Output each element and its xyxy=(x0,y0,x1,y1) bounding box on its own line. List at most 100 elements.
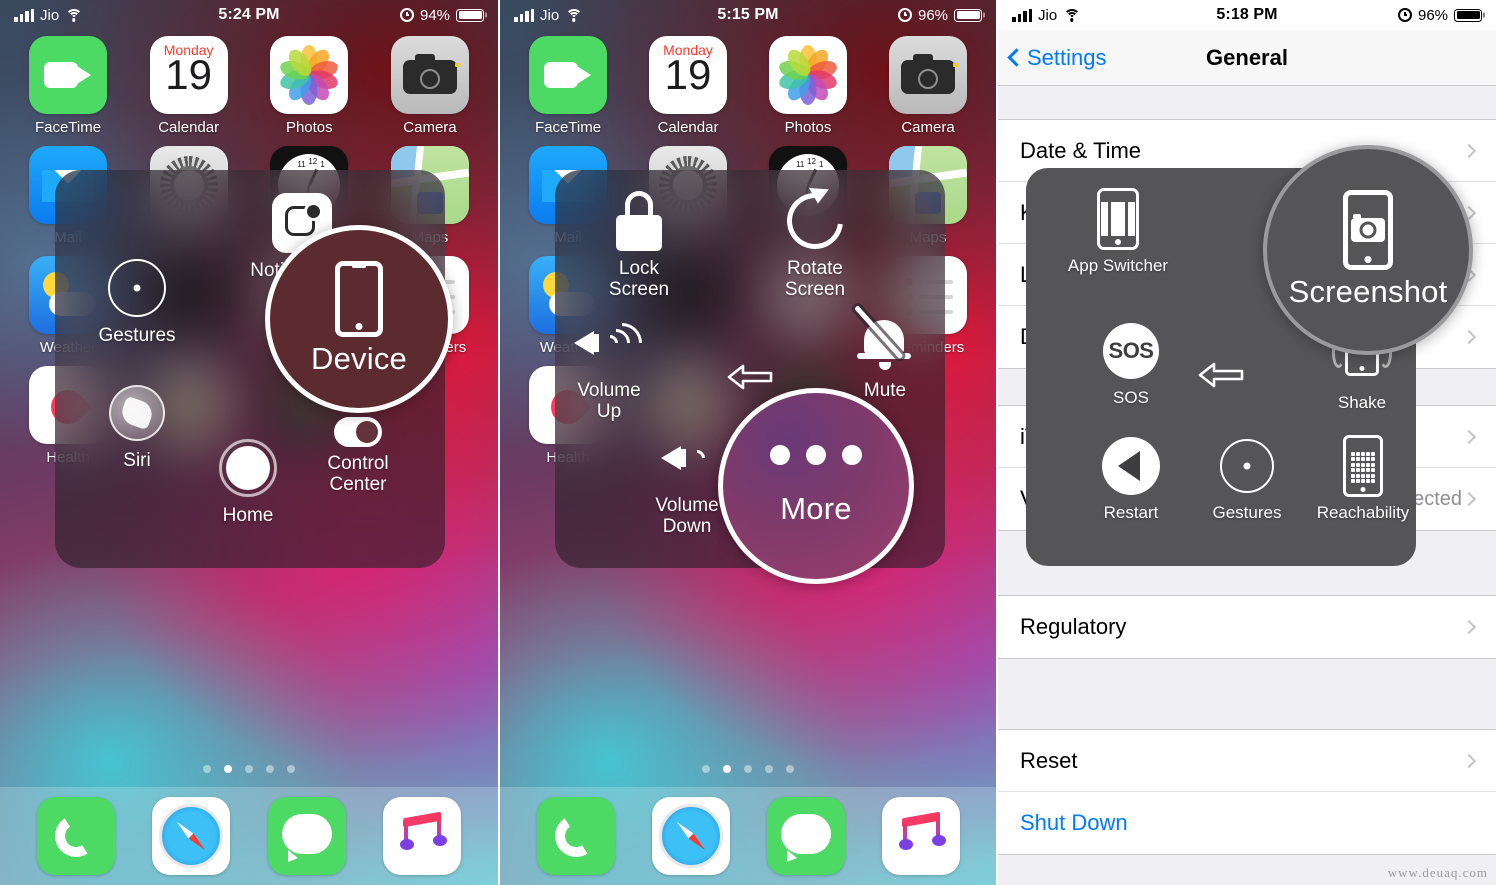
assistivetouch-lock-screen[interactable]: Lock Screen xyxy=(579,188,699,301)
watermark: www.deuaq.com xyxy=(1387,865,1488,880)
row-label: Shut Down xyxy=(1020,810,1128,835)
assistivetouch-reachability[interactable]: Reachability xyxy=(1303,433,1423,522)
app-label: Photos xyxy=(285,119,333,136)
more-dots-icon xyxy=(770,445,862,465)
app-label: Calendar xyxy=(657,119,719,136)
phone-icon[interactable] xyxy=(536,797,615,875)
calendar-date: 19 xyxy=(165,51,213,98)
keypad-dot xyxy=(1361,457,1365,462)
app-label: Photos xyxy=(784,119,832,136)
assistivetouch-siri[interactable]: Siri xyxy=(77,380,197,471)
battery-percent: 96% xyxy=(917,6,949,24)
magnifier-label: Device xyxy=(311,341,407,376)
restart-icon xyxy=(1102,437,1160,495)
page-dot[interactable] xyxy=(786,765,794,773)
item-label: Volume Up xyxy=(577,380,641,423)
keypad-dot xyxy=(1361,452,1365,456)
volume-up-icon xyxy=(574,314,651,372)
app-calendar[interactable]: Monday 19 Calendar xyxy=(137,36,241,136)
alarm-icon xyxy=(897,8,912,22)
app-photos[interactable]: Photos xyxy=(756,36,860,136)
battery-percent: 96% xyxy=(1417,6,1449,24)
page-dot[interactable] xyxy=(287,765,295,773)
keypad-dot xyxy=(1356,452,1360,456)
back-arrow-icon[interactable] xyxy=(727,362,773,392)
page-dot-active[interactable] xyxy=(224,765,232,773)
dock xyxy=(0,787,498,885)
settings-row-regulatory[interactable]: Regulatory xyxy=(998,596,1496,658)
back-arrow-icon[interactable] xyxy=(1198,360,1244,390)
alarm-icon xyxy=(399,8,414,22)
app-facetime[interactable]: FaceTime xyxy=(16,36,120,136)
messages-icon[interactable] xyxy=(267,797,346,875)
app-label: FaceTime xyxy=(34,119,102,136)
assistivetouch-home[interactable]: Home xyxy=(188,435,308,526)
siri-orb-icon xyxy=(109,385,165,441)
item-label: SOS xyxy=(1113,388,1149,407)
status-bar: Jio 5:18 PM 96% xyxy=(998,0,1496,30)
assistivetouch-mute[interactable]: Mute xyxy=(825,305,945,401)
section-gap xyxy=(998,658,1496,730)
row-label: Date & Time xyxy=(1020,137,1142,163)
screenshot-triptych: Jio 5:24 PM 94% FaceTime Monday 19 Calen… xyxy=(0,0,1500,885)
safari-icon[interactable] xyxy=(152,797,231,875)
keypad-dot xyxy=(1351,452,1355,456)
keypad-dot xyxy=(1356,457,1360,462)
keypad-dot xyxy=(1371,479,1375,483)
app-photos[interactable]: Photos xyxy=(257,36,361,136)
assistivetouch-volume-up[interactable]: Volume Up xyxy=(549,310,669,423)
chevron-right-icon xyxy=(1461,143,1477,158)
assistivetouch-app-switcher[interactable]: App Switcher xyxy=(1058,186,1178,275)
settings-group-bottom: Reset Shut Down xyxy=(998,730,1496,854)
keypad-dot xyxy=(1356,479,1360,483)
assistivetouch-restart[interactable]: Restart xyxy=(1071,433,1191,522)
app-camera[interactable]: Camera xyxy=(876,36,980,136)
page-dot[interactable] xyxy=(765,765,773,773)
item-label: App Switcher xyxy=(1067,256,1169,275)
status-bar: Jio 5:24 PM 94% xyxy=(0,0,498,30)
gestures-ring-icon xyxy=(1220,439,1274,493)
app-calendar[interactable]: Monday 19 Calendar xyxy=(636,36,740,136)
page-dot[interactable] xyxy=(266,765,274,773)
keypad-dot xyxy=(1356,468,1360,473)
page-dot[interactable] xyxy=(702,765,710,773)
signal-bars-icon xyxy=(514,8,534,22)
page-dots[interactable] xyxy=(0,765,498,773)
keypad-dot xyxy=(1351,473,1355,478)
item-label: Rotate Screen xyxy=(784,258,846,301)
item-label: Control Center xyxy=(327,453,389,496)
app-camera[interactable]: Camera xyxy=(378,36,482,136)
device-phone-icon xyxy=(335,261,383,337)
app-switcher-icon xyxy=(1097,188,1139,250)
wifi-icon xyxy=(65,8,83,22)
music-icon[interactable] xyxy=(383,797,462,875)
assistivetouch-sos[interactable]: SOS SOS xyxy=(1071,318,1191,407)
rotate-screen-icon xyxy=(775,181,855,261)
panel-assistivetouch-device: Jio 5:15 PM 96% FaceTime Monday 19 Calen… xyxy=(498,0,996,885)
assistivetouch-gestures[interactable]: Gestures xyxy=(1187,433,1307,522)
gestures-ring-icon xyxy=(108,259,166,317)
battery-icon xyxy=(456,8,485,22)
messages-icon[interactable] xyxy=(766,797,845,875)
page-dot[interactable] xyxy=(245,765,253,773)
screenshot-icon xyxy=(1343,190,1393,270)
settings-row-shut-down[interactable]: Shut Down xyxy=(998,792,1496,854)
row-label: Reset xyxy=(1020,747,1078,773)
page-dot[interactable] xyxy=(744,765,752,773)
music-icon[interactable] xyxy=(881,797,960,875)
page-dot[interactable] xyxy=(203,765,211,773)
item-label: Restart xyxy=(1103,503,1159,522)
magnifier-more: More xyxy=(718,388,914,584)
app-facetime[interactable]: FaceTime xyxy=(516,36,620,136)
settings-row-reset[interactable]: Reset xyxy=(998,730,1496,792)
keypad-dot xyxy=(1366,452,1370,456)
page-dots[interactable] xyxy=(500,765,996,773)
phone-icon[interactable] xyxy=(36,797,115,875)
safari-icon[interactable] xyxy=(651,797,730,875)
assistivetouch-rotate-screen[interactable]: Rotate Screen xyxy=(755,181,875,301)
reachability-icon xyxy=(1343,435,1383,497)
assistivetouch-gestures[interactable]: Gestures xyxy=(77,255,197,346)
item-label: Home xyxy=(222,505,274,526)
page-dot-active[interactable] xyxy=(723,765,731,773)
chevron-right-icon xyxy=(1461,329,1477,345)
